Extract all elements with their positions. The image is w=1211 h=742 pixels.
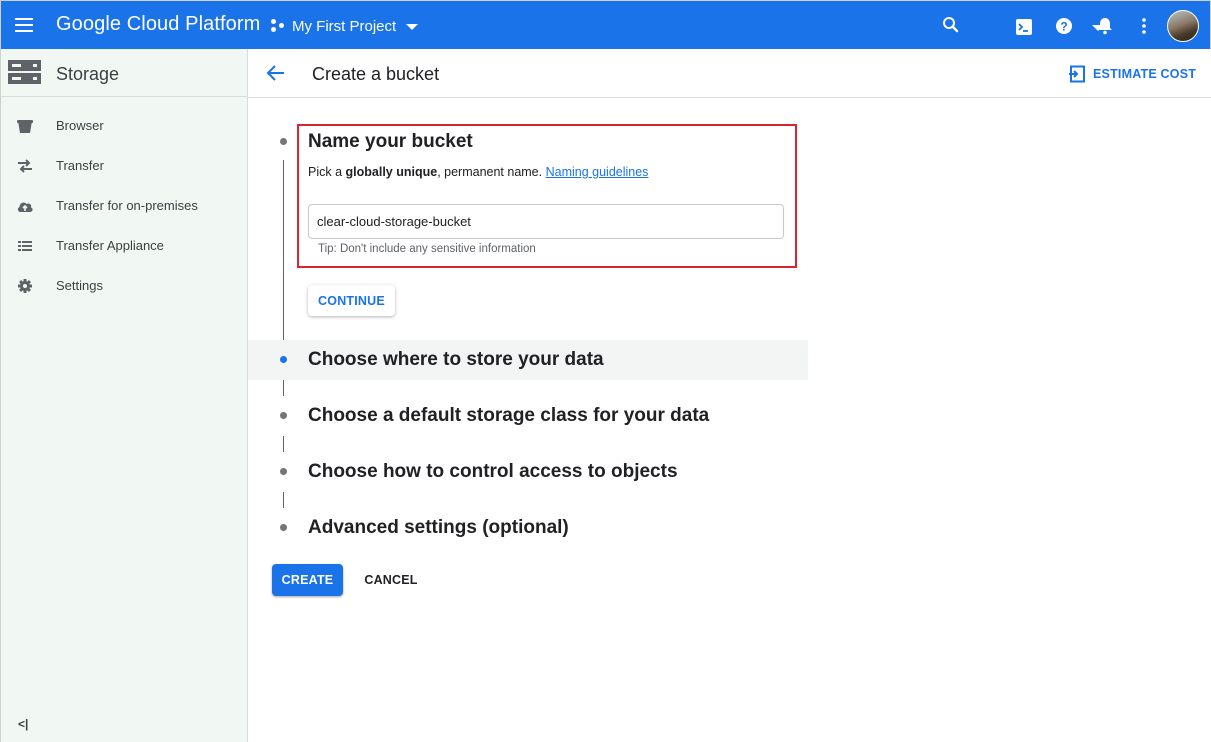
estimate-cost-icon <box>1069 65 1085 83</box>
search-icon[interactable] <box>941 15 961 35</box>
top-app-bar: Google Cloud Platform My First Project ? <box>0 0 1211 49</box>
sidebar-item-label: Transfer Appliance <box>56 238 164 253</box>
sidebar-title: Storage <box>56 64 120 84</box>
step-connector <box>283 380 284 396</box>
bucket-name-input[interactable] <box>308 204 784 239</box>
step-title-access-control[interactable]: Choose how to control access to objects <box>308 461 678 483</box>
sidebar-item-label: Browser <box>56 118 104 133</box>
step-dot <box>280 412 287 419</box>
help-icon[interactable]: ? <box>1054 16 1074 36</box>
create-button[interactable]: CREATE <box>272 564 343 596</box>
sidebar-item-transfer[interactable]: Transfer <box>1 146 247 186</box>
collapse-sidebar-button[interactable]: <| <box>18 717 32 731</box>
cloud-upload-icon <box>17 202 33 212</box>
step-dot <box>280 524 287 531</box>
step-connector <box>283 436 284 452</box>
sidebar: Storage Browser Transfer Transfer for on… <box>0 49 248 742</box>
page-header: Create a bucket ESTIMATE COST <box>248 49 1211 98</box>
storage-icon <box>8 60 41 84</box>
chevron-down-icon <box>406 24 419 30</box>
gear-icon <box>18 279 32 293</box>
step-dot <box>280 138 287 145</box>
sidebar-item-label: Transfer <box>56 158 104 173</box>
project-selector[interactable]: My First Project <box>270 14 419 38</box>
step-connector <box>283 492 284 508</box>
naming-guidelines-link[interactable]: Naming guidelines <box>546 165 649 179</box>
step-title-storage-class[interactable]: Choose a default storage class for your … <box>308 405 709 427</box>
desc-text: Pick a <box>308 165 346 179</box>
step-title-advanced[interactable]: Advanced settings (optional) <box>308 517 569 539</box>
desc-text: , permanent name. <box>437 165 546 179</box>
avatar[interactable] <box>1167 10 1199 42</box>
menu-icon[interactable] <box>15 18 35 34</box>
step-dot-active <box>280 356 287 363</box>
bucket-icon <box>17 120 33 133</box>
continue-button[interactable]: CONTINUE <box>308 285 395 316</box>
sidebar-item-label: Transfer for on-premises <box>56 198 198 213</box>
notifications-icon[interactable] <box>1095 16 1115 36</box>
project-name: My First Project <box>292 17 397 35</box>
step-title-name-bucket: Name your bucket <box>308 131 473 152</box>
cancel-button[interactable]: CANCEL <box>355 564 427 596</box>
sidebar-header: Storage <box>1 49 247 97</box>
app-title[interactable]: Google Cloud Platform <box>56 13 260 36</box>
back-arrow-icon[interactable] <box>266 64 286 82</box>
input-tip: Tip: Don't include any sensitive informa… <box>318 243 536 255</box>
project-icon <box>270 18 286 34</box>
sidebar-item-transfer-on-premises[interactable]: Transfer for on-premises <box>1 186 247 226</box>
sidebar-item-browser[interactable]: Browser <box>1 106 247 146</box>
step-connector <box>283 160 284 340</box>
estimate-cost-label: ESTIMATE COST <box>1093 67 1197 81</box>
step-dot <box>280 468 287 475</box>
cloud-shell-icon[interactable] <box>1014 17 1034 37</box>
sidebar-item-settings[interactable]: Settings <box>1 266 247 306</box>
list-icon <box>18 241 32 251</box>
sidebar-item-transfer-appliance[interactable]: Transfer Appliance <box>1 226 247 266</box>
sidebar-item-label: Settings <box>56 278 103 293</box>
page-title: Create a bucket <box>312 64 440 84</box>
svg-text:?: ? <box>1060 20 1067 34</box>
desc-bold: globally unique <box>345 165 438 179</box>
estimate-cost-button[interactable]: ESTIMATE COST <box>1068 63 1196 85</box>
step-title-location[interactable]: Choose where to store your data <box>308 349 604 371</box>
step-description: Pick a globally unique, permanent name. … <box>308 165 648 179</box>
more-vert-icon[interactable] <box>1134 16 1154 36</box>
transfer-icon <box>18 159 32 173</box>
